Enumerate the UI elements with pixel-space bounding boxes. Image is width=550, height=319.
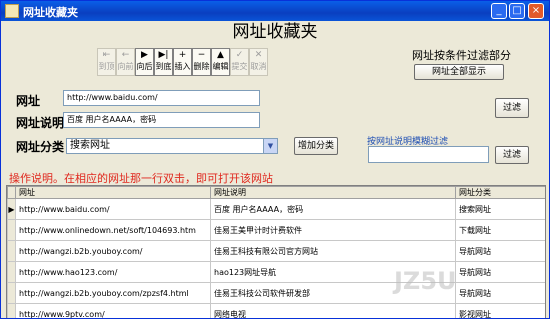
cell-url[interactable]: http://www.onlinedown.net/soft/104693.ht… <box>15 219 211 241</box>
cell-category[interactable]: 下载网址 <box>455 219 545 241</box>
cell-category[interactable]: 搜索网址 <box>455 198 545 220</box>
cell-desc[interactable]: 网络电视 <box>210 303 456 318</box>
page-title: 网址收藏夹 <box>232 22 318 42</box>
show-all-button[interactable]: 网址全部显示 <box>414 64 504 80</box>
toolbar-button[interactable]: ▶ 向后 <box>135 48 154 76</box>
toolbar-icon: + <box>178 50 187 60</box>
column-header-category[interactable]: 网址分类 <box>455 186 545 199</box>
toolbar-icon: ▲ <box>217 50 224 60</box>
desc-filter-button[interactable]: 过滤 <box>495 146 529 164</box>
toolbar-label: 向后 <box>136 62 153 71</box>
cell-category[interactable]: 导航网站 <box>455 282 545 304</box>
table-row[interactable]: http://www.onlinedown.net/soft/104693.ht… <box>7 219 545 241</box>
cell-url[interactable]: http://www.hao123.com/ <box>15 261 211 283</box>
toolbar-label: 取消 <box>250 62 267 71</box>
toolbar-label: 到顶 <box>98 62 115 71</box>
toolbar-icon: ✕ <box>254 50 263 60</box>
row-selector[interactable] <box>7 303 16 318</box>
toolbar-icon: − <box>197 50 206 60</box>
row-selector[interactable] <box>7 240 16 262</box>
cell-url[interactable]: http://wangzi.b2b.youboy.com/ <box>15 240 211 262</box>
row-selector[interactable]: ▶ <box>7 198 16 220</box>
cell-desc[interactable]: 百度 用户名AAAA，密码 <box>210 198 456 220</box>
filter-button[interactable]: 过滤 <box>495 98 529 118</box>
row-selector[interactable] <box>7 261 16 283</box>
category-label: 网址分类 <box>16 140 65 154</box>
desc-search-input[interactable] <box>368 146 489 163</box>
table-row[interactable]: http://www.hao123.com/hao123网址导航 导航网站 <box>7 261 545 283</box>
category-value: 搜索网址 <box>70 140 110 151</box>
url-input[interactable]: http://www.baidu.com/ <box>63 90 260 106</box>
table-row[interactable]: ▶ http://www.baidu.com/百度 用户名AAAA，密码 搜索网址 <box>7 198 545 220</box>
chevron-down-icon[interactable]: ▼ <box>263 139 277 153</box>
toolbar-icon: ▶ <box>141 50 148 60</box>
cell-desc[interactable]: 佳易王美甲计时计费软件 <box>210 219 456 241</box>
toolbar-icon: ▶| <box>158 50 169 60</box>
row-selector[interactable] <box>7 219 16 241</box>
table-header-row: 网址 网址说明 网址分类 <box>7 186 545 199</box>
toolbar-button[interactable]: ▶| 到底 <box>154 48 173 76</box>
toolbar-icon: ✓ <box>235 50 244 60</box>
cell-url[interactable]: http://www.9ptv.com/ <box>15 303 211 318</box>
toolbar-label: 插入 <box>174 62 191 71</box>
table-row[interactable]: http://wangzi.b2b.youboy.com/佳易王科技有限公司官方… <box>7 240 545 262</box>
column-header-desc[interactable]: 网址说明 <box>210 186 456 199</box>
desc-input[interactable]: 百度 用户名AAAA，密码 <box>63 112 260 128</box>
toolbar-button[interactable]: − 删除 <box>192 48 211 76</box>
navigator-toolbar: ⇤ 到顶 ← 向前 ▶ 向后 ▶| 到底 + 插入 − 删除 ▲ 编辑 ✓ 提交 ✕ 取消 <box>97 48 268 76</box>
toolbar-label: 向前 <box>117 62 134 71</box>
cell-url[interactable]: http://wangzi.b2b.youboy.com/zpzsf4.html <box>15 282 211 304</box>
toolbar-icon: ⇤ <box>102 50 111 60</box>
toolbar-button[interactable]: ⇤ 到顶 <box>97 48 116 76</box>
usage-hint: 操作说明。在相应的网址那一行双击，即可打开该网站 <box>9 172 273 185</box>
url-label: 网址 <box>16 94 41 108</box>
toolbar-button[interactable]: ← 向前 <box>116 48 135 76</box>
toolbar-button[interactable]: + 插入 <box>173 48 192 76</box>
table-row[interactable]: http://www.9ptv.com/网络电视 影视网址 <box>7 303 545 318</box>
toolbar-label: 删除 <box>193 62 210 71</box>
cell-category[interactable]: 导航网站 <box>455 261 545 283</box>
toolbar-label: 编辑 <box>212 62 229 71</box>
toolbar-button[interactable]: ✓ 提交 <box>230 48 249 76</box>
filter-section-title: 网址按条件过滤部分 <box>412 49 511 62</box>
category-select[interactable]: 搜索网址 ▼ <box>66 138 278 154</box>
cell-desc[interactable]: 佳易王科技有限公司官方网站 <box>210 240 456 262</box>
cell-category[interactable]: 导航网站 <box>455 240 545 262</box>
row-selector-header <box>7 186 16 199</box>
table-row[interactable]: http://wangzi.b2b.youboy.com/zpzsf4.html… <box>7 282 545 304</box>
desc-label: 网址说明 <box>16 116 65 130</box>
toolbar-button[interactable]: ▲ 编辑 <box>211 48 230 76</box>
bookmark-table[interactable]: 网址 网址说明 网址分类 ▶ http://www.baidu.com/百度 用户… <box>6 185 546 318</box>
main-window: 网址收藏夹 _ □ × 网址收藏夹 ⇤ 到顶 ← 向前 ▶ 向后 ▶| 到底 + 插入 − 删除 ▲ 编辑… <box>0 0 550 319</box>
watermark: JZ5U <box>394 267 457 295</box>
toolbar-icon: ← <box>121 50 130 60</box>
row-selector[interactable] <box>7 282 16 304</box>
cell-url[interactable]: http://www.baidu.com/ <box>15 198 211 220</box>
cell-category[interactable]: 影视网址 <box>455 303 545 318</box>
column-header-url[interactable]: 网址 <box>15 186 211 199</box>
add-category-button[interactable]: 增加分类 <box>294 137 338 155</box>
toolbar-button[interactable]: ✕ 取消 <box>249 48 268 76</box>
app-icon <box>5 4 19 18</box>
toolbar-label: 提交 <box>231 62 248 71</box>
toolbar-label: 到底 <box>155 62 172 71</box>
